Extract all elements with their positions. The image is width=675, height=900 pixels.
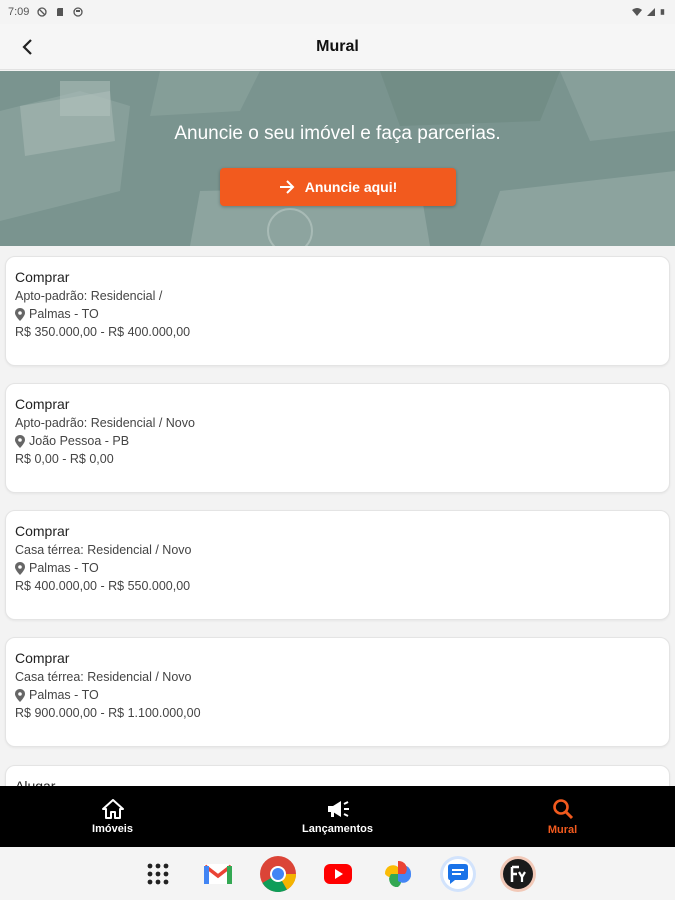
location-pin-icon — [15, 434, 25, 448]
advertise-button-label: Anuncie aqui! — [304, 179, 398, 195]
listing-type: Alugar — [15, 778, 56, 786]
app-grid-icon[interactable] — [139, 855, 177, 893]
listing-card[interactable]: Comprar Casa térrea: Residencial / Novo … — [5, 510, 670, 620]
promo-banner: Anuncie o seu imóvel e faça parcerias. A… — [0, 71, 675, 246]
listing-category: Apto-padrão: Residencial / — [15, 289, 163, 303]
nav-item-lancamentos[interactable]: Lançamentos — [225, 786, 450, 847]
location-pin-icon — [15, 307, 25, 321]
arrow-right-icon — [279, 180, 295, 194]
gmail-icon[interactable] — [199, 855, 237, 893]
listing-price: R$ 0,00 - R$ 0,00 — [15, 452, 114, 466]
listing-type: Comprar — [15, 650, 70, 666]
banner-background-image — [0, 71, 675, 246]
listing-category: Apto-padrão: Residencial / Novo — [15, 416, 195, 430]
search-icon — [552, 798, 573, 819]
banner-headline: Anuncie o seu imóvel e faça parcerias. — [174, 123, 501, 144]
sync-icon — [73, 7, 84, 17]
advertise-button[interactable]: Anuncie aqui! — [220, 168, 456, 206]
listing-type: Comprar — [15, 523, 70, 539]
wifi-icon — [632, 8, 642, 16]
nav-label: Mural — [547, 823, 578, 836]
system-taskbar — [0, 847, 675, 900]
listing-price: R$ 350.000,00 - R$ 400.000,00 — [15, 325, 191, 339]
chrome-icon[interactable] — [259, 855, 297, 893]
listing-category: Casa térrea: Residencial / Novo — [15, 670, 192, 684]
back-button[interactable] — [14, 34, 40, 60]
listing-location: João Pessoa - PB — [29, 434, 130, 448]
location-pin-icon — [15, 688, 25, 702]
nav-label: Imóveis — [92, 822, 133, 835]
dnd-icon — [37, 7, 48, 17]
fy-app-icon[interactable] — [499, 855, 537, 893]
status-bar: 7:09 — [0, 0, 675, 24]
listing-card[interactable]: Comprar Apto-padrão: Residencial / Novo … — [5, 383, 670, 493]
signal-icon — [647, 8, 655, 16]
listing-location: Palmas - TO — [29, 688, 99, 702]
listing-type: Comprar — [15, 269, 70, 285]
app-bar: Mural — [0, 24, 675, 70]
listing-card[interactable]: Alugar — [5, 765, 670, 786]
status-time: 7:09 — [8, 6, 30, 18]
messages-icon[interactable] — [439, 855, 477, 893]
nav-label: Lançamentos — [302, 822, 373, 835]
photos-icon[interactable] — [379, 855, 417, 893]
home-icon — [101, 798, 124, 819]
bottom-navigation: Imóveis Lançamentos Mural — [0, 786, 675, 847]
listing-location: Palmas - TO — [29, 561, 99, 575]
listing-list[interactable]: Comprar Apto-padrão: Residencial / Palma… — [0, 246, 675, 786]
listing-price: R$ 900.000,00 - R$ 1.100.000,00 — [15, 706, 201, 720]
nav-item-mural[interactable]: Mural — [450, 786, 675, 847]
location-pin-icon — [15, 561, 25, 575]
page-title: Mural — [316, 37, 359, 55]
listing-type: Comprar — [15, 396, 70, 412]
back-arrow-icon — [22, 39, 32, 55]
nav-item-imoveis[interactable]: Imóveis — [0, 786, 225, 847]
battery-icon — [660, 9, 665, 15]
listing-price: R$ 400.000,00 - R$ 550.000,00 — [15, 579, 191, 593]
listing-category: Casa térrea: Residencial / Novo — [15, 543, 192, 557]
sd-card-icon — [57, 8, 64, 16]
youtube-icon[interactable] — [319, 855, 357, 893]
listing-card[interactable]: Comprar Casa térrea: Residencial / Novo … — [5, 637, 670, 747]
megaphone-icon — [327, 800, 349, 817]
listing-card[interactable]: Comprar Apto-padrão: Residencial / Palma… — [5, 256, 670, 366]
listing-location: Palmas - TO — [29, 307, 99, 321]
